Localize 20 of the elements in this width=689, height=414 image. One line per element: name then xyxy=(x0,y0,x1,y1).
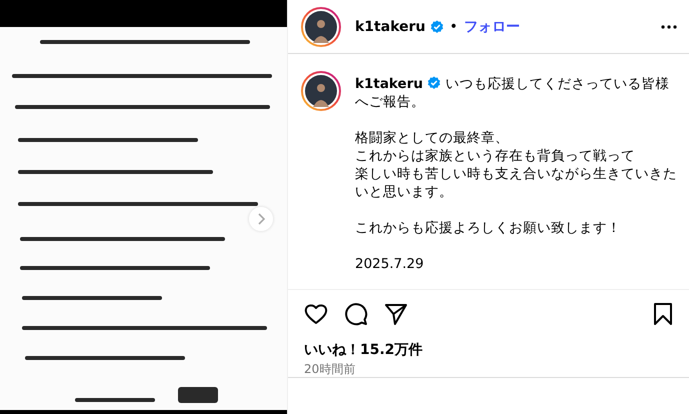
like-count[interactable]: いいね！15.2万件 xyxy=(304,341,673,359)
caption-text: これからは家族という存在も背負って戦って xyxy=(355,147,636,165)
more-options-icon[interactable] xyxy=(661,24,677,28)
follow-button[interactable]: フォロー xyxy=(464,18,520,36)
chevron-icon xyxy=(256,213,266,225)
bookmark-icon[interactable] xyxy=(653,302,673,326)
caption-text: k1takeru いつも応援してくださっている皆様へご報告。 xyxy=(355,75,670,111)
separator: • xyxy=(450,18,458,34)
avatar-icon[interactable] xyxy=(301,6,341,46)
heart-icon[interactable] xyxy=(304,303,328,325)
username[interactable]: k1takeru xyxy=(355,76,423,92)
comment-icon[interactable] xyxy=(344,302,368,326)
post-date: 2025.7.29 xyxy=(355,255,425,273)
share-icon[interactable] xyxy=(384,302,408,326)
caption-text: これからも応援よろしくお願い致します！ xyxy=(355,219,622,237)
post-time: 20時間前 xyxy=(304,361,356,378)
avatar-icon[interactable] xyxy=(301,71,341,111)
caption-text: 格闘家としての最終章、 xyxy=(355,129,510,147)
username[interactable]: k1takeru xyxy=(355,18,426,34)
caption-text: 楽しい時も苦しい時も支え合いながら生きていきたいと思います。 xyxy=(355,165,678,201)
